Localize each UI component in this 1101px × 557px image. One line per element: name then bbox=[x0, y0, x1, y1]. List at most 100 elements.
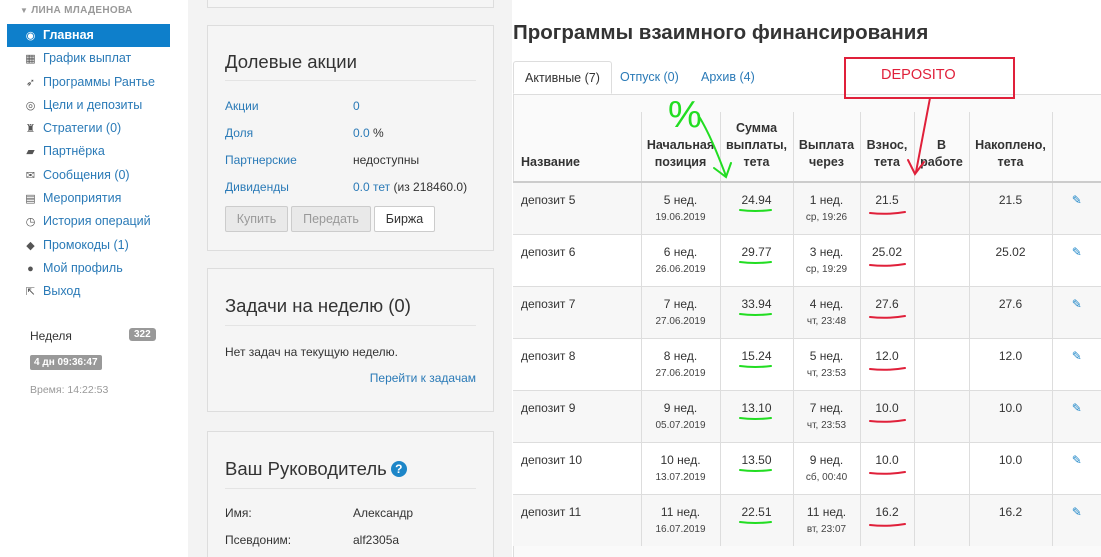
tasks-link[interactable]: Перейти к задачам bbox=[370, 371, 476, 385]
sidebar-item-4[interactable]: ♜ Стратегии (0) bbox=[7, 117, 170, 140]
user-menu[interactable]: ▼ ЛИНА МЛАДЕНОВА bbox=[20, 5, 133, 16]
top-panel bbox=[207, 0, 494, 8]
cell-name: депозит 11 bbox=[513, 493, 641, 546]
transfer-button[interactable]: Передать bbox=[291, 206, 371, 232]
payout-sum: 24.94 bbox=[741, 193, 772, 207]
sidebar-item-label: Программы Рантье bbox=[43, 74, 155, 89]
cell-accumulated: 27.6 bbox=[968, 285, 1052, 338]
dividends-value[interactable]: 0.0 тет bbox=[353, 180, 390, 194]
manager-title: Ваш Руководитель? bbox=[225, 458, 407, 480]
tab-1[interactable]: Отпуск (0) bbox=[620, 61, 679, 94]
dividends-label[interactable]: Дивиденды bbox=[225, 180, 289, 194]
payout-sum: 13.50 bbox=[741, 452, 772, 467]
position-weeks: 8 нед. bbox=[663, 348, 698, 363]
fee-value: 25.02 bbox=[871, 244, 903, 259]
cell-sum: 15.24 bbox=[719, 337, 793, 390]
sidebar-item-1[interactable]: ▦ График выплат bbox=[7, 47, 170, 70]
edit-icon[interactable]: ✎ bbox=[1072, 297, 1082, 311]
cell-position: 7 нед. 27.06.2019 bbox=[640, 285, 720, 338]
cell-payout: 4 нед. чт, 23:48 bbox=[792, 285, 860, 338]
manager-nick-label: Псевдоним: bbox=[225, 533, 292, 547]
edit-icon[interactable]: ✎ bbox=[1072, 401, 1082, 415]
cell-edit: ✎ bbox=[1051, 389, 1101, 442]
countdown-badge: 4 дн 09:36:47 bbox=[30, 355, 102, 370]
accumulated-value: 25.02 bbox=[995, 244, 1026, 259]
table-header-row: Название Начальная позиция Сумма выплаты, … bbox=[513, 112, 1101, 182]
sidebar-item-0[interactable]: ◉ Главная bbox=[7, 24, 170, 48]
partner-label[interactable]: Партнерские bbox=[225, 153, 297, 167]
page-title: Программы взаимного финансирования bbox=[513, 21, 929, 44]
deposit-name: депозит 6 bbox=[521, 244, 576, 259]
payout-when: чт, 23:53 bbox=[806, 367, 847, 379]
sidebar-item-2[interactable]: ➶ Программы Рантье bbox=[7, 71, 170, 94]
calendar-icon: ▦ bbox=[25, 53, 36, 66]
cell-in-work bbox=[913, 493, 969, 546]
sidebar-item-9[interactable]: ◆ Промокоды (1) bbox=[7, 234, 170, 257]
sidebar-item-10[interactable]: ● Мой профиль bbox=[7, 257, 170, 280]
accumulated-value: 27.6 bbox=[998, 296, 1023, 311]
deposito-label: DEPOSITO bbox=[881, 67, 956, 83]
position-date: 13.07.2019 bbox=[655, 471, 706, 483]
edit-icon[interactable]: ✎ bbox=[1072, 193, 1082, 207]
cell-payout: 3 нед. ср, 19:29 bbox=[792, 233, 860, 286]
cell-in-work bbox=[913, 389, 969, 442]
share-value[interactable]: 0.0 bbox=[353, 126, 370, 140]
payout-when: вт, 23:07 bbox=[806, 523, 847, 535]
tag-icon: ◆ bbox=[26, 239, 35, 252]
cell-sum: 13.50 bbox=[719, 441, 793, 494]
sidebar-item-3[interactable]: ◎ Цели и депозиты bbox=[7, 94, 170, 117]
deposit-name: депозит 5 bbox=[521, 193, 576, 207]
edit-icon[interactable]: ✎ bbox=[1072, 245, 1082, 259]
sidebar-item-label: Главная bbox=[43, 28, 94, 42]
edit-icon[interactable]: ✎ bbox=[1072, 349, 1082, 363]
share-label[interactable]: Доля bbox=[225, 126, 253, 140]
manager-title-text: Ваш Руководитель bbox=[225, 458, 387, 479]
payout-in: 4 нед. bbox=[809, 296, 844, 311]
sidebar-item-6[interactable]: ✉ Сообщения (0) bbox=[7, 164, 170, 187]
payout-in: 3 нед. bbox=[809, 244, 844, 259]
column-header-0: Название bbox=[521, 155, 581, 169]
exchange-button[interactable]: Биржа bbox=[374, 206, 435, 232]
manager-name-value: Александр bbox=[353, 506, 414, 520]
sidebar-item-5[interactable]: ▰ Партнёрка bbox=[7, 140, 170, 163]
shares-label[interactable]: Акции bbox=[225, 99, 259, 113]
tab-0[interactable]: Активные (7) bbox=[513, 61, 612, 94]
tab-2[interactable]: Архив (4) bbox=[701, 61, 755, 94]
position-weeks: 7 нед. bbox=[663, 296, 698, 311]
cell-payout: 1 нед. ср, 19:26 bbox=[792, 181, 860, 234]
cell-fee: 10.0 bbox=[859, 441, 914, 494]
rocket-icon: ➶ bbox=[25, 76, 36, 89]
dividends-extra: (из 218460.0) bbox=[393, 180, 468, 194]
cell-payout: 9 нед. сб, 00:40 bbox=[792, 441, 860, 494]
buy-button[interactable]: Купить bbox=[225, 206, 288, 232]
deposit-name: депозит 11 bbox=[521, 504, 582, 519]
help-icon[interactable]: ? bbox=[390, 461, 407, 477]
cell-position: 9 нед. 05.07.2019 bbox=[640, 389, 720, 442]
sidebar-item-label: Партнёрка bbox=[43, 144, 105, 159]
manager-panel: Ваш Руководитель? Имя: Александр Псевдон… bbox=[207, 431, 494, 557]
column-header-7 bbox=[1051, 112, 1101, 182]
cell-accumulated: 10.0 bbox=[968, 389, 1052, 442]
sidebar-item-11[interactable]: ⇱ Выход bbox=[7, 280, 170, 303]
edit-icon[interactable]: ✎ bbox=[1072, 505, 1082, 519]
divider bbox=[225, 80, 476, 81]
position-date: 16.07.2019 bbox=[655, 523, 706, 535]
cell-position: 10 нед. 13.07.2019 bbox=[640, 441, 720, 494]
manager-nick-value: alf2305a bbox=[353, 533, 400, 547]
cell-position: 11 нед. 16.07.2019 bbox=[640, 493, 720, 546]
cell-in-work bbox=[913, 337, 969, 390]
cell-name: депозит 5 bbox=[513, 181, 641, 234]
sidebar-item-7[interactable]: ▤ Мероприятия bbox=[7, 187, 170, 210]
sidebar-item-label: Промокоды (1) bbox=[43, 237, 129, 252]
cell-name: депозит 8 bbox=[513, 337, 641, 390]
shares-title: Долевые акции bbox=[225, 51, 357, 72]
column-header-2: Сумма выплаты, тета bbox=[719, 112, 793, 182]
shares-value[interactable]: 0 bbox=[353, 99, 360, 113]
dashboard-icon: ◉ bbox=[25, 30, 36, 42]
table-row: депозит 11 11 нед. 16.07.2019 22.51 11 нед. в… bbox=[513, 493, 1101, 546]
sidebar-item-8[interactable]: ◷ История операций bbox=[7, 210, 170, 233]
edit-icon[interactable]: ✎ bbox=[1072, 453, 1082, 467]
sidebar-nav: ◉ Главная ▦ График выплат ➶ Программы Рантье ◎… bbox=[7, 24, 170, 304]
payout-sum: 15.24 bbox=[741, 348, 772, 363]
cell-payout: 7 нед. чт, 23:53 bbox=[792, 389, 860, 442]
